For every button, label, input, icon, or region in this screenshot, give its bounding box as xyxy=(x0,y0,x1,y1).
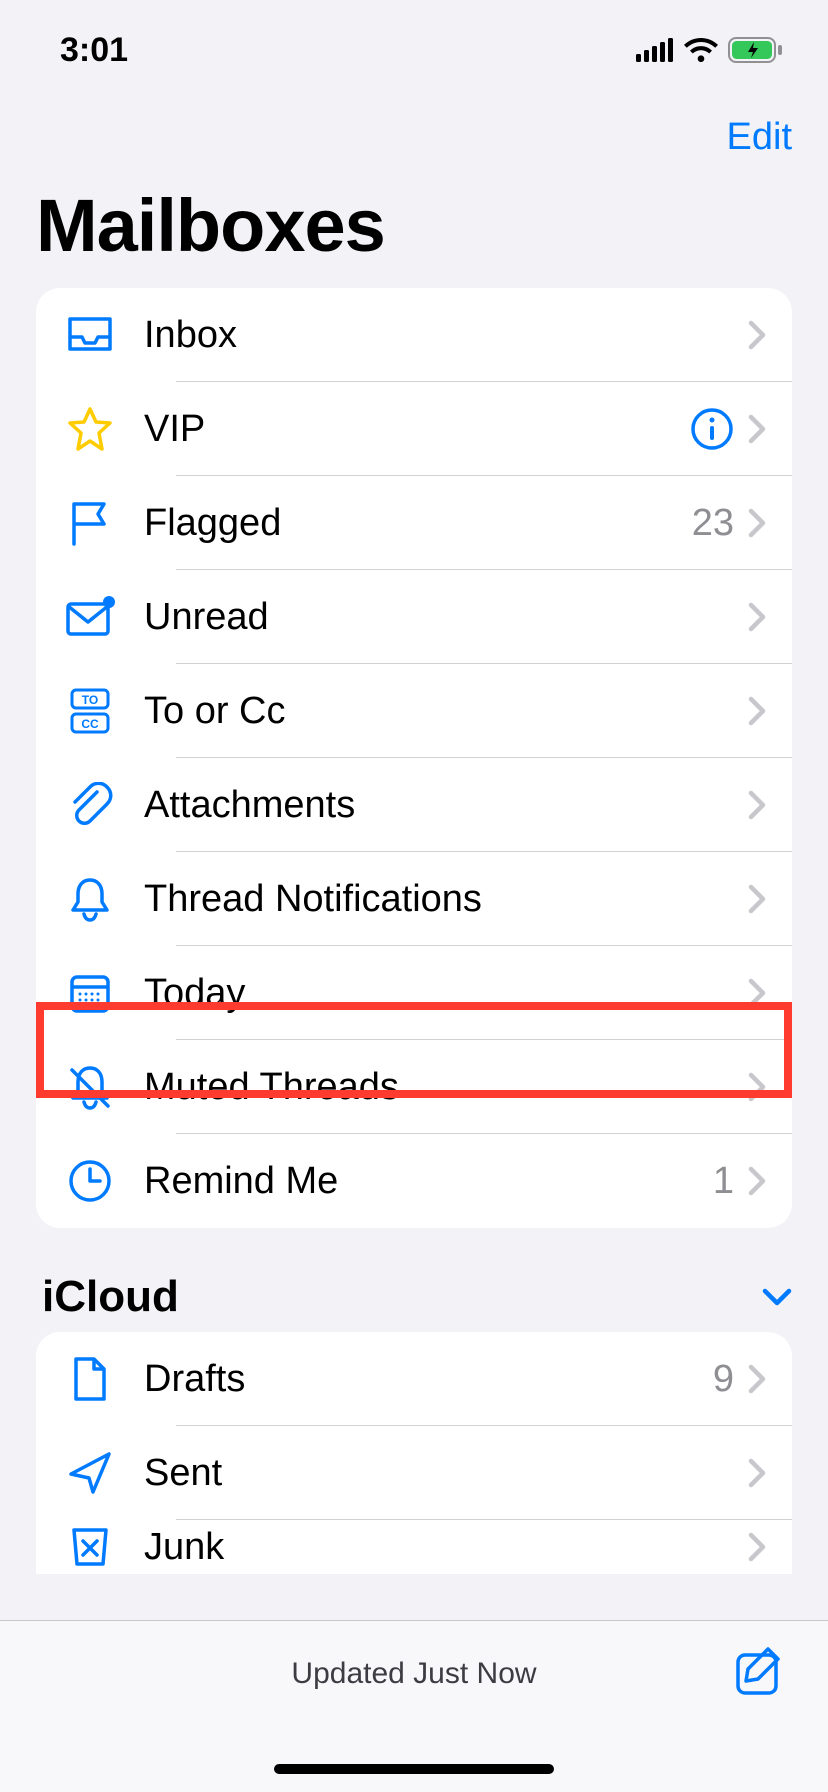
chevron-right-icon xyxy=(748,696,766,726)
chevron-right-icon xyxy=(748,414,766,444)
mailbox-label: VIP xyxy=(144,408,690,451)
mailbox-label: Attachments xyxy=(144,784,748,827)
mailbox-unread[interactable]: Unread xyxy=(36,570,792,664)
mailbox-label: Unread xyxy=(144,596,748,639)
svg-text:TO: TO xyxy=(82,693,98,707)
chevron-right-icon xyxy=(748,602,766,632)
home-indicator[interactable] xyxy=(274,1764,554,1774)
icloud-group: Drafts 9 Sent Junk xyxy=(36,1332,792,1574)
page-title: Mailboxes xyxy=(0,159,828,288)
mailbox-junk[interactable]: Junk xyxy=(36,1520,792,1574)
star-icon xyxy=(36,407,144,451)
mailbox-drafts[interactable]: Drafts 9 xyxy=(36,1332,792,1426)
mailbox-label: Inbox xyxy=(144,314,748,357)
chevron-right-icon xyxy=(748,790,766,820)
to-cc-icon: TO CC xyxy=(36,687,144,735)
mailbox-label: Sent xyxy=(144,1452,748,1495)
mailbox-label: Today xyxy=(144,972,748,1015)
mailbox-label: Junk xyxy=(144,1526,748,1569)
mailbox-label: Thread Notifications xyxy=(144,878,748,921)
chevron-right-icon xyxy=(748,978,766,1008)
chevron-right-icon xyxy=(748,1364,766,1394)
chevron-right-icon xyxy=(748,1532,766,1562)
chevron-right-icon xyxy=(748,508,766,538)
svg-text:CC: CC xyxy=(81,717,99,731)
inbox-icon xyxy=(36,315,144,355)
flag-icon xyxy=(36,500,144,546)
chevron-right-icon xyxy=(748,1166,766,1196)
mailbox-muted-threads[interactable]: Muted Threads xyxy=(36,1040,792,1134)
mailbox-label: Flagged xyxy=(144,502,692,545)
section-header-icloud[interactable]: iCloud xyxy=(0,1272,828,1332)
mailbox-label: To or Cc xyxy=(144,690,748,733)
paperplane-icon xyxy=(36,1450,144,1496)
mailbox-label: Drafts xyxy=(144,1358,713,1401)
chevron-right-icon xyxy=(748,320,766,350)
cellular-icon xyxy=(636,38,674,62)
wifi-icon xyxy=(684,38,718,62)
compose-button[interactable] xyxy=(734,1645,786,1697)
toolbar: Updated Just Now xyxy=(0,1620,828,1792)
status-bar: 3:01 xyxy=(0,0,828,100)
mailbox-vip[interactable]: VIP xyxy=(36,382,792,476)
paperclip-icon xyxy=(36,782,144,828)
calendar-icon xyxy=(36,972,144,1014)
mailbox-label: Muted Threads xyxy=(144,1066,748,1109)
mailbox-count: 9 xyxy=(713,1358,734,1401)
chevron-right-icon xyxy=(748,1458,766,1488)
nav-bar: Edit xyxy=(0,100,828,159)
mailbox-label: Remind Me xyxy=(144,1160,713,1203)
mailbox-remind-me[interactable]: Remind Me 1 xyxy=(36,1134,792,1228)
mailbox-attachments[interactable]: Attachments xyxy=(36,758,792,852)
info-icon[interactable] xyxy=(690,407,734,451)
status-time: 3:01 xyxy=(60,31,128,70)
mailbox-to-or-cc[interactable]: TO CC To or Cc xyxy=(36,664,792,758)
chevron-right-icon xyxy=(748,1072,766,1102)
mailbox-count: 23 xyxy=(692,502,734,545)
bell-slash-icon xyxy=(36,1064,144,1110)
junk-icon xyxy=(36,1527,144,1567)
mailbox-inbox[interactable]: Inbox xyxy=(36,288,792,382)
mailbox-count: 1 xyxy=(713,1160,734,1203)
bell-icon xyxy=(36,876,144,922)
smart-mailboxes-group: Inbox VIP Flagged 23 Unread TO CC To or C… xyxy=(36,288,792,1228)
edit-button[interactable]: Edit xyxy=(727,116,792,159)
update-status: Updated Just Now xyxy=(291,1657,536,1691)
status-icons xyxy=(636,37,784,63)
mailbox-flagged[interactable]: Flagged 23 xyxy=(36,476,792,570)
chevron-right-icon xyxy=(748,884,766,914)
section-title: iCloud xyxy=(42,1272,179,1322)
clock-icon xyxy=(36,1159,144,1203)
mailbox-thread-notifications[interactable]: Thread Notifications xyxy=(36,852,792,946)
battery-icon xyxy=(728,37,784,63)
doc-icon xyxy=(36,1356,144,1402)
envelope-badge-icon xyxy=(36,596,144,638)
mailbox-today[interactable]: Today xyxy=(36,946,792,1040)
mailbox-sent[interactable]: Sent xyxy=(36,1426,792,1520)
chevron-down-icon xyxy=(762,1288,792,1306)
